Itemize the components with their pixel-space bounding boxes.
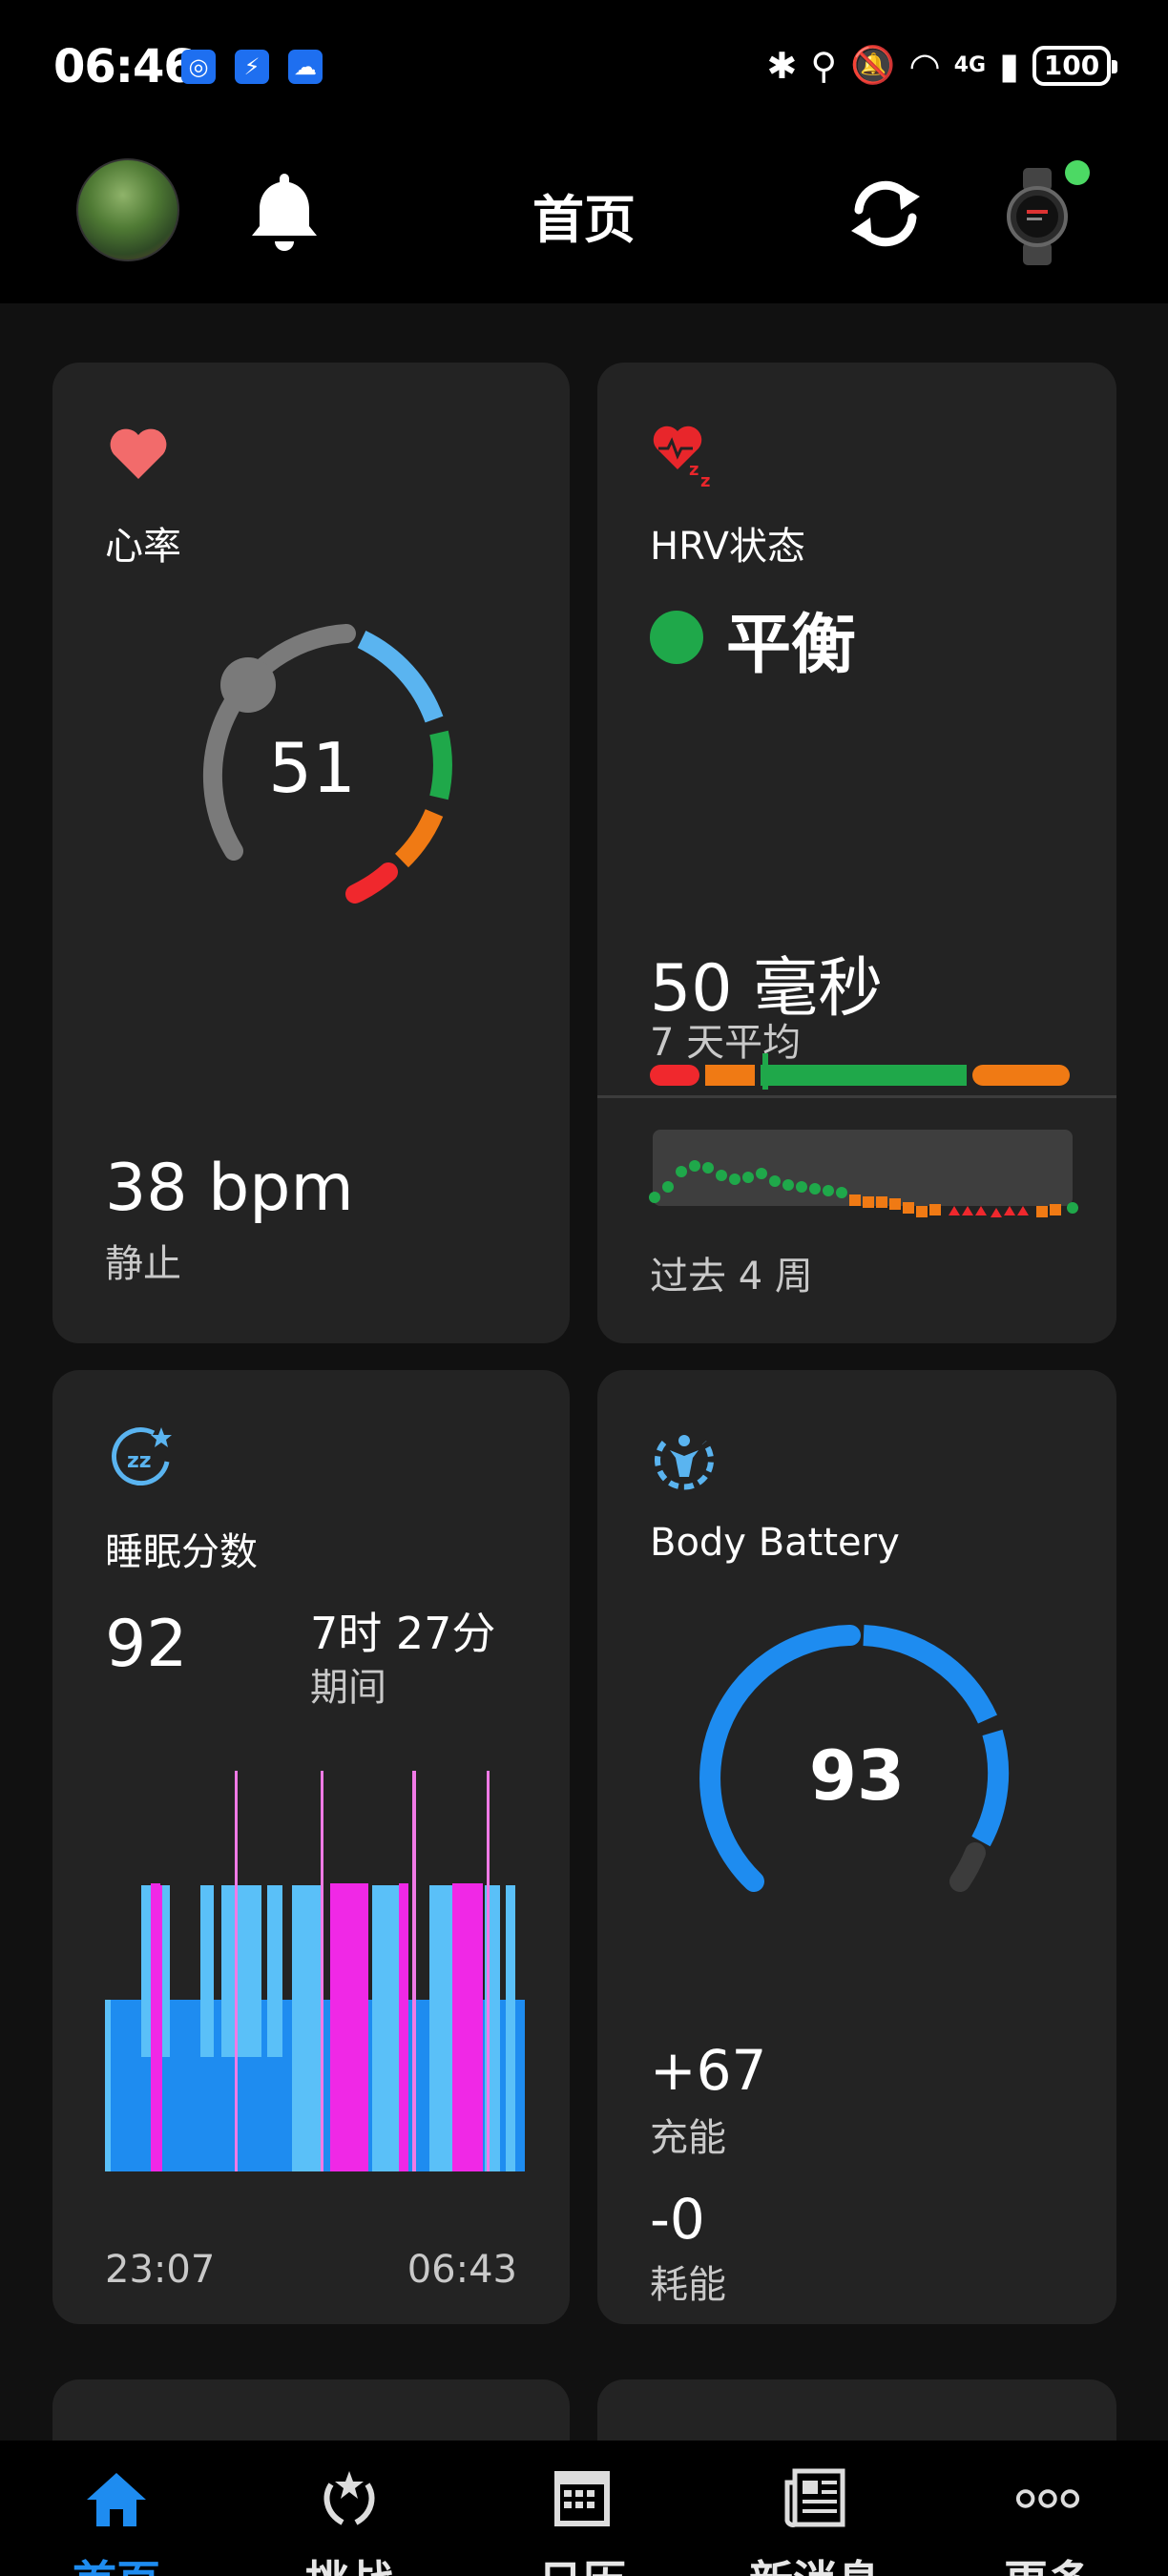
nav-news[interactable]: 新消息 <box>699 2441 931 2576</box>
resting-hr-label: 静止 <box>105 1242 181 1286</box>
heart-rate-card[interactable]: 心率 51 38 bpm 静止 <box>52 363 570 1343</box>
sleep-duration-label: 期间 <box>310 1666 386 1710</box>
hrv-range-bar <box>650 1053 1070 1090</box>
location-icon: ⚲ <box>810 44 838 87</box>
network-label: 4G <box>953 52 987 77</box>
sleep-title: 睡眠分数 <box>105 1530 258 1574</box>
nav-calendar-label: 日历 <box>466 2547 699 2576</box>
body-battery-gauge: 93 <box>699 1625 1010 1892</box>
status-time: 06:46 <box>53 40 196 93</box>
body-battery-charged-label: 充能 <box>650 2116 726 2160</box>
wifi-icon: ◠ <box>908 44 941 87</box>
device-connected-dot <box>1065 160 1090 185</box>
body-battery-card[interactable]: Body Battery 93 +67 充能 -0 耗能 <box>597 1370 1116 2324</box>
body-battery-drained-label: 耗能 <box>650 2263 726 2307</box>
body-battery-charged: +67 <box>650 2038 767 2103</box>
weather-app-icon: ☁ <box>288 50 323 84</box>
resting-hr-value: 38 bpm <box>105 1151 354 1226</box>
bluetooth-icon: ✱ <box>766 44 798 87</box>
hrv-title: HRV状态 <box>650 525 806 569</box>
bolt-app-icon: ⚡ <box>235 50 269 84</box>
body-battery-level: 93 <box>809 1735 905 1816</box>
hrv-divider <box>597 1095 1116 1098</box>
sleep-start-time: 23:07 <box>105 2248 216 2292</box>
hrv-period-label: 过去 4 周 <box>650 1255 813 1298</box>
signal-icon: ▮ <box>999 44 1019 87</box>
more-icon <box>1015 2489 1080 2508</box>
sleep-duration: 7时 27分 <box>310 1608 496 1659</box>
hrv-status-text: 平衡 <box>726 608 857 683</box>
home-icon <box>87 2473 146 2526</box>
nav-more[interactable]: 更多 <box>931 2441 1164 2576</box>
bottom-navigation: 首页 挑战 日历 新消息 <box>0 2441 1168 2576</box>
page-title: 首页 <box>532 190 636 250</box>
sleep-score-card[interactable]: zz 睡眠分数 92 7时 27分 期间 23:07 06:43 <box>52 1370 570 2324</box>
battery-indicator: 100 <box>1032 45 1117 86</box>
app-notification-icon: ◎ <box>181 50 216 84</box>
hrv-status-dot <box>650 611 703 664</box>
watch-device-icon[interactable] <box>1004 164 1071 269</box>
heart-rate-title: 心率 <box>105 525 181 569</box>
news-icon <box>784 2468 845 2527</box>
nav-more-label: 更多 <box>931 2547 1164 2576</box>
svg-text:z: z <box>700 471 710 488</box>
svg-text:zz: zz <box>127 1449 152 1473</box>
status-bar: 06:46 ◎ ⚡ ☁ ✱ ⚲ 🔕 ◠ 4G ▮ 100 <box>0 0 1168 143</box>
app-header: 首页 <box>0 143 1168 303</box>
svg-text:z: z <box>689 460 699 480</box>
nav-challenges[interactable]: 挑战 <box>233 2441 466 2576</box>
body-battery-icon <box>655 1435 714 1490</box>
heart-icon <box>110 428 167 479</box>
body-battery-drained: -0 <box>650 2187 705 2252</box>
nav-home[interactable]: 首页 <box>0 2441 233 2576</box>
hrv-trend-chart <box>649 1130 1078 1217</box>
nav-calendar[interactable]: 日历 <box>466 2441 699 2576</box>
sleep-icon: zz <box>112 1427 172 1486</box>
nav-news-label: 新消息 <box>699 2547 931 2576</box>
sleep-score: 92 <box>105 1607 188 1682</box>
nav-home-label: 首页 <box>0 2547 233 2576</box>
sleep-end-time: 06:43 <box>407 2248 517 2292</box>
laurel-icon <box>323 2471 375 2525</box>
nav-challenges-label: 挑战 <box>233 2547 466 2576</box>
calendar-icon <box>554 2471 610 2526</box>
sleep-stages-chart <box>105 1771 525 2171</box>
status-icons: ✱ ⚲ 🔕 ◠ 4G ▮ 100 <box>766 44 1117 87</box>
body-battery-title: Body Battery <box>650 1521 900 1565</box>
mute-icon: 🔕 <box>850 44 896 86</box>
hrv-status-card[interactable]: z z HRV状态 平衡 50 毫秒 7 天平均 过去 4 周 <box>597 363 1116 1343</box>
hrv-heart-sleep-icon: z z <box>653 426 710 488</box>
sync-icon[interactable] <box>840 168 931 260</box>
heart-rate-gauge: 51 <box>202 624 452 904</box>
dashboard-content: 心率 51 38 bpm 静止 z z HRV状态 平衡 50 毫秒 7 天平均 <box>0 303 1168 2570</box>
heart-rate-current: 51 <box>268 728 356 808</box>
